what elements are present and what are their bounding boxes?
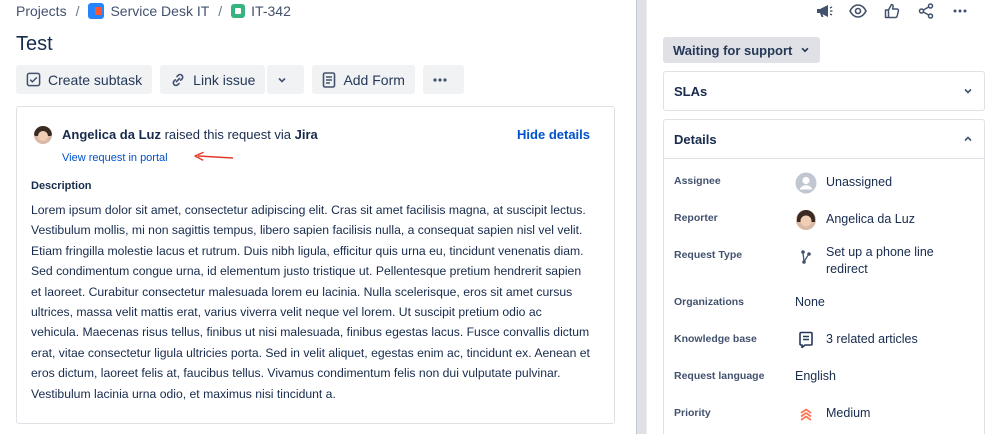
chevron-down-icon <box>801 47 809 53</box>
vote-button[interactable] <box>875 0 909 22</box>
subtask-icon <box>26 72 41 87</box>
request-details-card: Angelica da Luz raised this request via … <box>16 106 615 424</box>
feedback-button[interactable] <box>807 0 841 22</box>
issue-main-pane: Projects / Service Desk IT / IT-342 Test… <box>0 0 636 434</box>
share-button[interactable] <box>909 0 943 22</box>
field-label: Request Type <box>674 249 743 261</box>
description-label: Description <box>31 180 92 192</box>
description-text[interactable]: Lorem ipsum dolor sit amet, consectetur … <box>31 200 591 404</box>
assignee-value[interactable]: Unassigned <box>795 172 892 194</box>
pane-resize-handle[interactable] <box>636 0 647 434</box>
field-label: Request language <box>674 370 765 382</box>
reporter-text: Angelica da Luz <box>826 212 915 226</box>
priority-value[interactable]: Medium <box>795 403 870 425</box>
link-issue-button[interactable]: Link issue <box>160 65 266 94</box>
thumbs-up-icon <box>884 3 900 19</box>
link-issue-dropdown-button[interactable] <box>267 65 305 94</box>
knowledge-base-value[interactable]: 3 related articles <box>795 328 918 350</box>
breadcrumb-separator: / <box>75 3 80 19</box>
knowledge-base-text: 3 related articles <box>826 332 918 346</box>
more-actions-button[interactable] <box>422 65 464 94</box>
raised-request-line: Angelica da Luz raised this request via … <box>62 127 318 142</box>
breadcrumb: Projects / Service Desk IT / IT-342 <box>16 3 291 19</box>
sla-title: SLAs <box>674 83 708 99</box>
more-icon <box>953 9 967 13</box>
issue-sidebar: Waiting for support SLAs Details Assigne… <box>647 0 998 434</box>
more-icon <box>433 77 447 82</box>
field-label: Organizations <box>674 296 745 308</box>
breadcrumb-issue-key[interactable]: IT-342 <box>251 3 291 19</box>
field-label: Knowledge base <box>674 333 757 345</box>
breadcrumb-projects[interactable]: Projects <box>16 3 67 19</box>
field-label: Priority <box>674 407 711 419</box>
organizations-value[interactable]: None <box>795 294 825 311</box>
reporter-value[interactable]: Angelica da Luz <box>795 209 915 231</box>
request-type-icon <box>795 244 817 266</box>
assignee-text: Unassigned <box>826 175 893 189</box>
request-language-value[interactable]: English <box>795 368 836 385</box>
link-icon <box>172 73 184 86</box>
view-request-in-portal-link[interactable]: View request in portal <box>62 152 168 164</box>
issue-actions-bar <box>807 0 977 22</box>
megaphone-icon <box>817 5 833 17</box>
more-options-button[interactable] <box>943 0 977 22</box>
details-panel-header[interactable]: Details <box>664 120 984 159</box>
issue-title[interactable]: Test <box>16 33 53 56</box>
add-form-button[interactable]: Add Form <box>312 65 415 94</box>
annotation-arrow-icon <box>194 151 234 161</box>
create-subtask-button[interactable]: Create subtask <box>16 65 153 94</box>
chevron-up-icon <box>964 136 972 142</box>
raised-text: raised this request via <box>160 127 295 142</box>
details-panel: Details Assignee Unassigned Reporter Ang… <box>663 119 985 434</box>
create-subtask-label: Create subtask <box>48 71 143 88</box>
field-label: Reporter <box>674 212 718 224</box>
avatar <box>795 209 817 231</box>
link-issue-label: Link issue <box>193 71 256 88</box>
hide-details-button[interactable]: Hide details <box>517 127 590 142</box>
issue-type-icon <box>231 4 246 18</box>
status-label: Waiting for support <box>673 42 793 58</box>
avatar[interactable] <box>34 126 52 144</box>
sla-panel-header[interactable]: SLAs <box>664 72 984 110</box>
status-dropdown[interactable]: Waiting for support <box>663 37 821 63</box>
field-label: Assignee <box>674 175 721 187</box>
request-type-text: Set up a phone line redirect <box>826 245 934 276</box>
details-title: Details <box>674 131 717 147</box>
request-type-value[interactable]: Set up a phone line redirect <box>795 244 935 278</box>
chevron-down-icon <box>278 77 287 83</box>
service-desk-project-icon <box>88 3 105 19</box>
priority-medium-icon <box>795 403 817 425</box>
request-channel: Jira <box>294 127 318 142</box>
reporter-name[interactable]: Angelica da Luz <box>62 127 161 142</box>
watch-button[interactable] <box>841 0 875 22</box>
breadcrumb-project[interactable]: Service Desk IT <box>110 3 209 19</box>
eye-icon <box>849 4 867 18</box>
article-icon <box>795 328 817 350</box>
sla-panel: SLAs <box>663 71 985 111</box>
share-icon <box>918 3 934 19</box>
form-icon <box>323 71 336 88</box>
unassigned-avatar-icon <box>795 172 817 194</box>
chevron-down-icon <box>964 88 972 94</box>
priority-text: Medium <box>826 406 871 420</box>
add-form-label: Add Form <box>343 71 405 88</box>
issue-toolbar: Create subtask Link issue Add Form <box>16 65 464 94</box>
breadcrumb-separator: / <box>218 3 223 19</box>
